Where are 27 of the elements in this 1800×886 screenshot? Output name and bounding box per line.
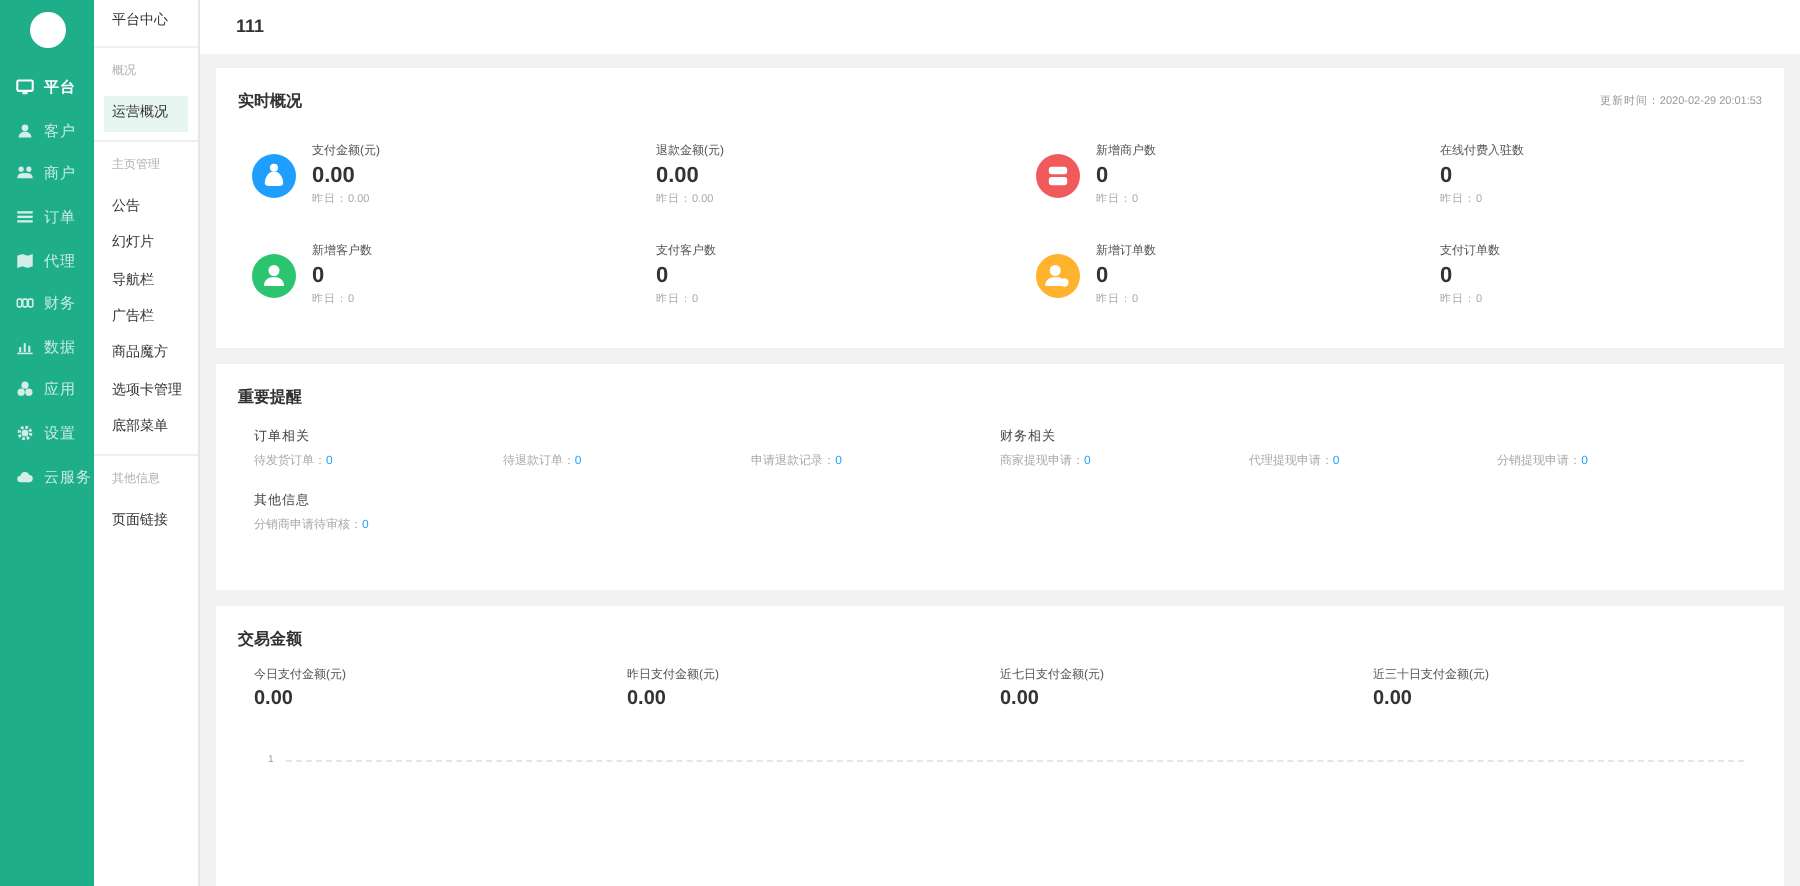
stat-value: 0.00 [627,686,668,714]
card-title: 重要提醒 [238,386,302,410]
stat-value: 0.00 [1000,686,1041,714]
stat-value: 0.00 [656,162,701,192]
stat-value: 0.00 [312,162,357,192]
avatar [29,12,65,48]
stat-value: 0 [1096,162,1111,192]
monitor-icon [16,78,34,97]
list-icon [16,208,34,227]
group-icon [16,164,34,183]
settings-icon [16,424,34,443]
stat-value: 0 [656,262,671,292]
stat-value: 0.00 [1373,686,1414,714]
stat-value: 0.00 [254,686,295,714]
coins-icon [16,294,34,313]
stat-value: 0 [1440,262,1455,292]
card-title: 实时概况 [238,90,302,114]
cloud-icon [16,467,34,486]
stat-value: 0 [312,262,327,292]
card-title: 交易金额 [238,628,302,652]
cluster-icon [16,380,34,399]
page-title: 111 [236,13,265,40]
bar-chart-icon [16,337,34,356]
stat-value: 0 [1440,162,1455,192]
stat-value: 0 [1096,262,1111,292]
map-icon [16,251,34,270]
person-icon [16,121,34,140]
